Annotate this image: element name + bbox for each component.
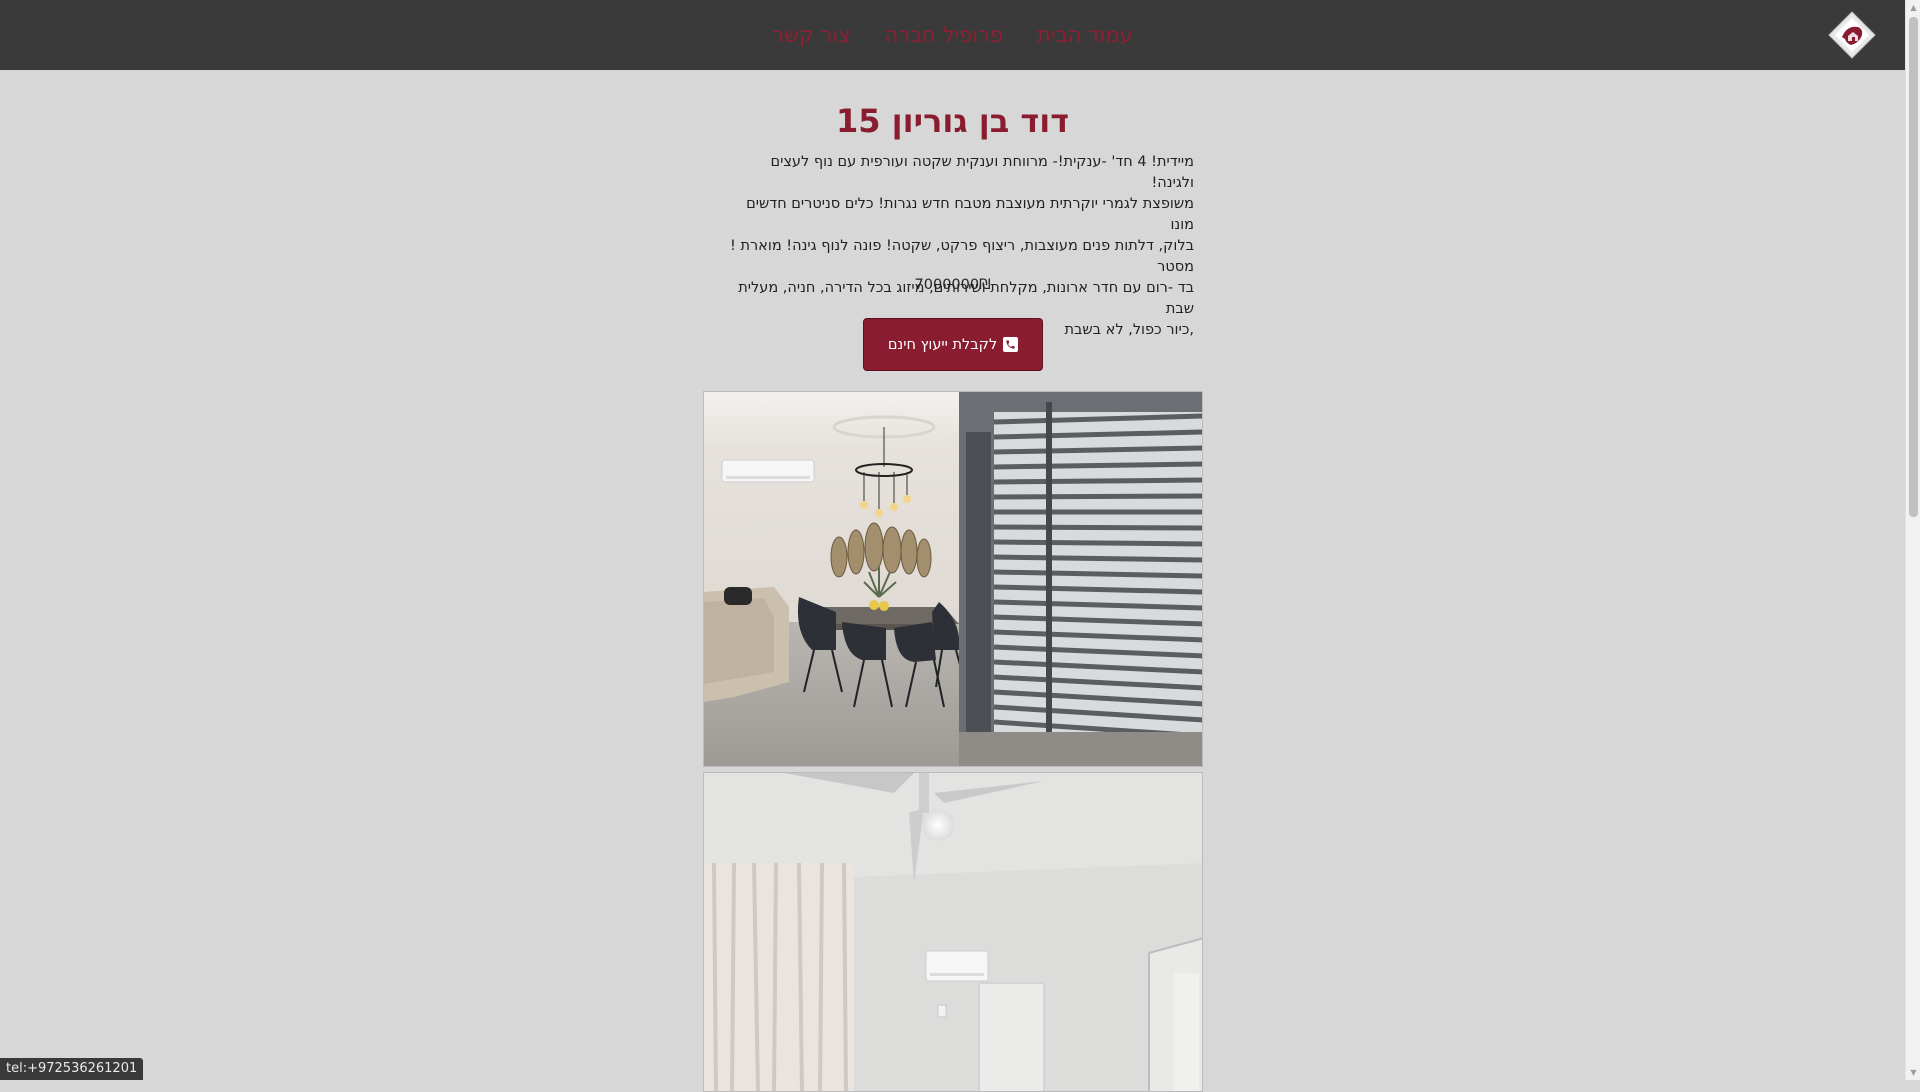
- description-line: מיידית! 4 חד' -ענקית!- מרווחת וענקית שקט…: [728, 152, 1194, 194]
- vertical-scrollbar[interactable]: ▲ ▼: [1905, 0, 1920, 1080]
- nav-link-contact[interactable]: צור קשר: [772, 23, 850, 47]
- free-consultation-button[interactable]: לקבלת ייעוץ חינם: [863, 318, 1043, 371]
- cta-label: לקבלת ייעוץ חינם: [888, 337, 997, 353]
- property-description: מיידית! 4 חד' -ענקית!- מרווחת וענקית שקט…: [728, 152, 1194, 341]
- scrollbar-thumb[interactable]: [1909, 17, 1918, 517]
- property-title: דוד בן גוריון 15: [0, 102, 1905, 140]
- link-status-bar: tel:+972536261201: [0, 1058, 143, 1080]
- house-diamond-logo-icon[interactable]: [1827, 10, 1877, 60]
- nav-links: עמוד הבית פרופיל חברה צור קשר: [0, 0, 1905, 70]
- description-line: משופצת לגמרי יוקרתית מעוצבת מטבח חדש נגר…: [728, 194, 1194, 236]
- nav-link-company-profile[interactable]: פרופיל חברה: [885, 23, 1004, 47]
- top-navbar: עמוד הבית פרופיל חברה צור קשר: [0, 0, 1905, 70]
- property-price: 7000000₪: [0, 277, 1905, 293]
- nav-link-home[interactable]: עמוד הבית: [1037, 23, 1133, 47]
- description-line: בלוק, דלתות פנים מעוצבות, ריצוף פרקט, שק…: [728, 236, 1194, 278]
- phone-icon: [1003, 337, 1018, 352]
- room-with-ceiling-fan-photo[interactable]: [703, 772, 1203, 1092]
- dining-room-photo[interactable]: [703, 391, 1203, 767]
- scroll-down-arrow-icon[interactable]: ▼: [1906, 1065, 1920, 1080]
- scroll-up-arrow-icon[interactable]: ▲: [1906, 0, 1920, 15]
